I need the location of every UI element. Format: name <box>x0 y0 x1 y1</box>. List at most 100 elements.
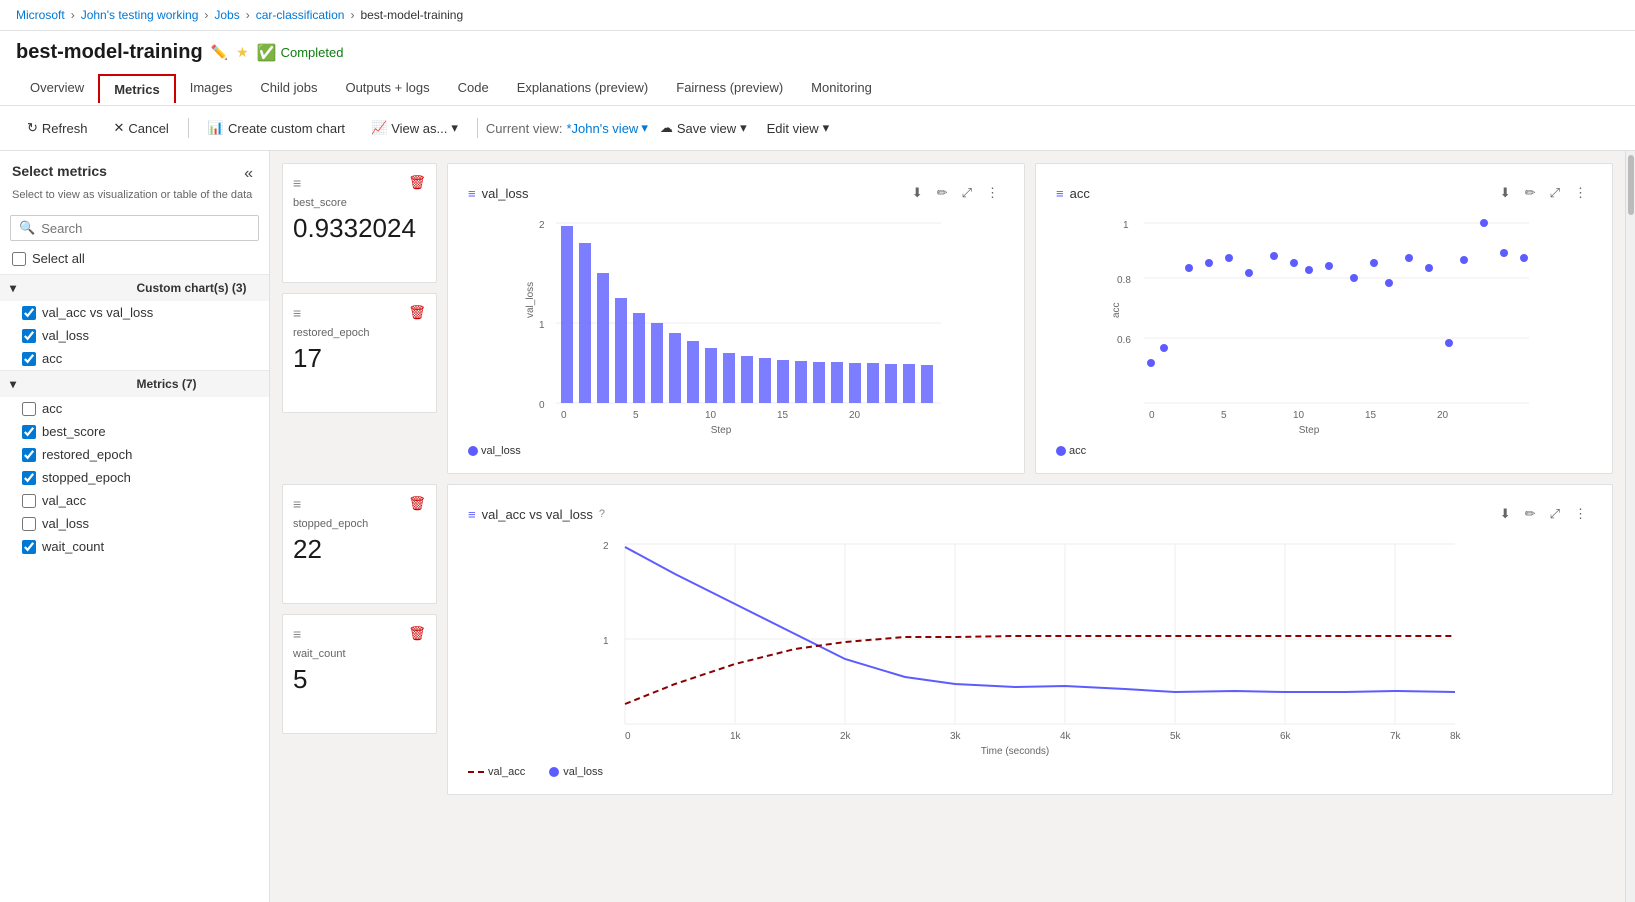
val-acc-svg: 2 1 Time (seconds) <box>458 529 1602 759</box>
sidebar-title: Select metrics <box>12 163 107 179</box>
refresh-label: Refresh <box>42 121 88 136</box>
tab-monitoring[interactable]: Monitoring <box>797 72 886 105</box>
breadcrumb-testing[interactable]: John's testing working <box>81 8 199 22</box>
search-input[interactable] <box>41 221 250 236</box>
delete-card-3[interactable]: 🗑 <box>408 495 426 512</box>
status-text: Completed <box>281 45 344 60</box>
custom-charts-label: Custom chart(s) (3) <box>137 281 260 295</box>
val-acc-help-icon[interactable]: ? <box>599 508 605 520</box>
metric-item-acc[interactable]: acc <box>0 397 269 420</box>
tab-fairness[interactable]: Fairness (preview) <box>662 72 797 105</box>
val-loss-y1: 1 <box>539 320 545 331</box>
svg-text:0.8: 0.8 <box>1117 275 1131 286</box>
drag-handle-1[interactable]: ≡ <box>293 175 301 191</box>
edit-view-button[interactable]: Edit view ▾ <box>759 115 838 141</box>
cancel-label: Cancel <box>128 121 168 136</box>
drag-handle-2[interactable]: ≡ <box>293 305 301 321</box>
drag-handle-4[interactable]: ≡ <box>293 626 301 642</box>
metrics-section[interactable]: ▾ Metrics (7) <box>0 370 269 397</box>
svg-text:0: 0 <box>1149 410 1155 421</box>
acc-expand[interactable]: ⤢ <box>1545 182 1565 204</box>
val-loss-more[interactable]: ⋮ <box>981 182 1004 204</box>
create-chart-button[interactable]: 📊 Create custom chart <box>197 114 356 142</box>
svg-text:1: 1 <box>603 636 609 647</box>
right-scrollbar[interactable] <box>1625 151 1635 902</box>
val-loss-download[interactable]: ⬇ <box>907 182 928 204</box>
svg-text:1k: 1k <box>730 731 742 742</box>
metric-item-val-loss[interactable]: val_loss <box>0 512 269 535</box>
val-loss-edit[interactable]: ✏ <box>932 182 953 204</box>
val-acc-edit[interactable]: ✏ <box>1520 503 1541 525</box>
tab-explanations[interactable]: Explanations (preview) <box>503 72 663 105</box>
metric-stopped-epoch-checkbox[interactable] <box>22 471 36 485</box>
acc-legend-label: acc <box>1069 445 1086 457</box>
custom-charts-section[interactable]: ▾ Custom chart(s) (3) <box>0 274 269 301</box>
cancel-button[interactable]: ✕ Cancel <box>102 114 179 142</box>
metric-acc-checkbox[interactable] <box>22 402 36 416</box>
tab-overview[interactable]: Overview <box>16 72 98 105</box>
card-best-score: ≡ 🗑 best_score 0.9332024 <box>282 163 437 283</box>
val-loss-expand[interactable]: ⤢ <box>957 182 977 204</box>
edit-title-icon[interactable]: ✏️ <box>211 44 228 61</box>
svg-text:0: 0 <box>625 731 631 742</box>
page-title: best-model-training <box>16 41 203 64</box>
breadcrumb-jobs[interactable]: Jobs <box>214 8 239 22</box>
metric-best-score-checkbox[interactable] <box>22 425 36 439</box>
metric-val-loss-checkbox[interactable] <box>22 517 36 531</box>
metric-item-restored-epoch[interactable]: restored_epoch <box>0 443 269 466</box>
collapse-sidebar-button[interactable]: « <box>240 163 257 185</box>
view-as-button[interactable]: 📈 View as... ▾ <box>360 114 469 142</box>
val-loss-ylabel: val_loss <box>525 282 536 318</box>
delete-card-4[interactable]: 🗑 <box>408 625 426 642</box>
select-all-label[interactable]: Select all <box>32 251 85 266</box>
custom-item-acc[interactable]: acc ••• <box>0 347 269 370</box>
sidebar-subtitle: Select to view as visualization or table… <box>0 189 269 209</box>
metric-val-acc-checkbox[interactable] <box>22 494 36 508</box>
breadcrumb-microsoft[interactable]: Microsoft <box>16 8 65 22</box>
view-name-chevron: ▾ <box>641 120 648 136</box>
scrollbar-thumb[interactable] <box>1628 155 1634 215</box>
val-acc-more[interactable]: ⋮ <box>1569 503 1592 525</box>
drag-handle-3[interactable]: ≡ <box>293 496 301 512</box>
acc-more[interactable]: ⋮ <box>1569 182 1592 204</box>
val-loss-y0: 0 <box>539 400 545 411</box>
acc-edit[interactable]: ✏ <box>1520 182 1541 204</box>
select-all-checkbox[interactable] <box>12 252 26 266</box>
val-loss-legend: val_loss <box>458 441 1014 463</box>
breadcrumb-sep-2: › <box>204 8 208 22</box>
tab-code[interactable]: Code <box>444 72 503 105</box>
val-acc-chart-title: val_acc vs val_loss <box>482 507 593 522</box>
svg-text:4k: 4k <box>1060 731 1072 742</box>
breadcrumb-car-class[interactable]: car-classification <box>256 8 345 22</box>
acc-download[interactable]: ⬇ <box>1495 182 1516 204</box>
custom-item-val-acc-val-loss[interactable]: val_acc vs val_loss ••• <box>0 301 269 324</box>
svg-text:1: 1 <box>1123 220 1129 231</box>
custom-item-val-loss[interactable]: val_loss ••• <box>0 324 269 347</box>
delete-card-2[interactable]: 🗑 <box>408 304 426 321</box>
val-acc-download[interactable]: ⬇ <box>1495 503 1516 525</box>
metric-restored-epoch-checkbox[interactable] <box>22 448 36 462</box>
tab-metrics[interactable]: Metrics <box>98 74 176 103</box>
metric-restored-epoch-label: restored_epoch <box>42 447 257 462</box>
view-name[interactable]: *John's view ▾ <box>566 120 647 136</box>
tab-outputs-logs[interactable]: Outputs + logs <box>331 72 443 105</box>
tab-images[interactable]: Images <box>176 72 247 105</box>
metric-stopped-epoch-label: stopped_epoch <box>42 470 257 485</box>
tab-child-jobs[interactable]: Child jobs <box>246 72 331 105</box>
metric-wait-count-checkbox[interactable] <box>22 540 36 554</box>
custom-item-3-checkbox[interactable] <box>22 352 36 366</box>
custom-item-1-checkbox[interactable] <box>22 306 36 320</box>
refresh-button[interactable]: ↻ Refresh <box>16 114 98 142</box>
custom-item-2-checkbox[interactable] <box>22 329 36 343</box>
svg-text:0.6: 0.6 <box>1117 335 1131 346</box>
delete-card-1[interactable]: 🗑 <box>408 174 426 191</box>
val-acc-expand[interactable]: ⤢ <box>1545 503 1565 525</box>
metric-item-best-score[interactable]: best_score <box>0 420 269 443</box>
save-view-button[interactable]: ☁ Save view ▾ <box>652 115 755 141</box>
metric-item-stopped-epoch[interactable]: stopped_epoch <box>0 466 269 489</box>
favorite-icon[interactable]: ★ <box>236 44 249 61</box>
val-acc-legend-dash <box>468 771 484 773</box>
metric-item-wait-count[interactable]: wait_count <box>0 535 269 558</box>
metric-item-val-acc[interactable]: val_acc <box>0 489 269 512</box>
val-acc-val-loss-title: ≡ val_acc vs val_loss ? <box>468 507 605 522</box>
